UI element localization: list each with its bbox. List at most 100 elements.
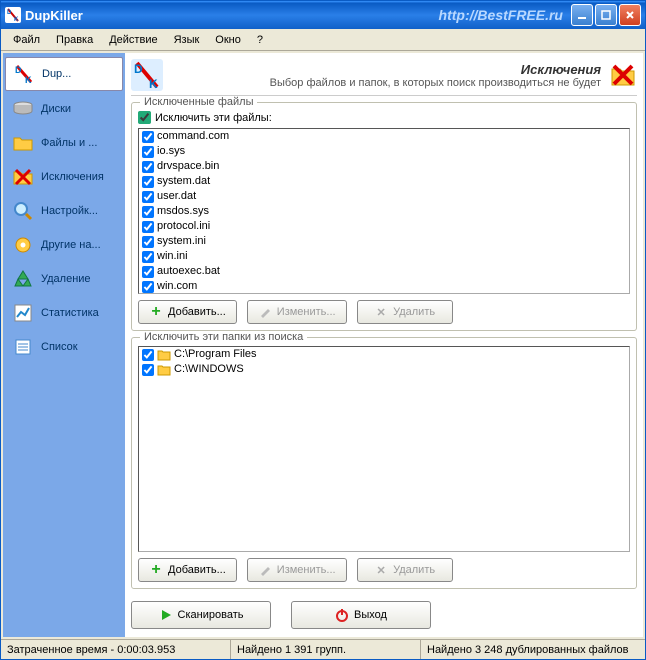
maximize-button[interactable] <box>595 4 617 26</box>
list-icon <box>11 335 35 359</box>
sidebar-item-disks[interactable]: Диски <box>5 93 123 125</box>
dup-icon: DK <box>12 62 36 86</box>
svg-text:D: D <box>134 62 143 76</box>
sidebar-item-label: Файлы и ... <box>41 137 97 149</box>
list-item[interactable]: io.sys <box>139 144 629 159</box>
list-item[interactable]: user.dat <box>139 189 629 204</box>
file-checkbox[interactable] <box>142 131 154 143</box>
sidebar-item-delete[interactable]: Удаление <box>5 263 123 295</box>
file-name: autoexec.bat <box>157 264 220 279</box>
exclude-files-checkbox[interactable] <box>138 111 151 124</box>
content-header: DK Исключения Выбор файлов и папок, в ко… <box>131 59 637 96</box>
play-icon <box>159 608 173 622</box>
plus-icon: + <box>149 305 163 319</box>
body: DK Dup... Диски Файлы и ... Исключения Н… <box>1 51 645 639</box>
sidebar-item-exclusions[interactable]: Исключения <box>5 161 123 193</box>
scan-button[interactable]: Сканировать <box>131 601 271 629</box>
folders-listbox[interactable]: C:\Program FilesC:\WINDOWS <box>138 346 630 552</box>
sidebar-item-label: Исключения <box>41 171 104 183</box>
file-checkbox[interactable] <box>142 191 154 203</box>
delete-folder-button[interactable]: ✕Удалить <box>357 558 453 582</box>
menu-action[interactable]: Действие <box>101 32 165 48</box>
disk-icon <box>11 97 35 121</box>
sidebar-item-settings[interactable]: Настройк... <box>5 195 123 227</box>
sidebar-item-dup[interactable]: DK Dup... <box>5 57 123 91</box>
list-item[interactable]: C:\Program Files <box>139 347 629 362</box>
list-item[interactable]: system.ini <box>139 234 629 249</box>
edit-file-button[interactable]: Изменить... <box>247 300 347 324</box>
file-name: command.com <box>157 129 229 144</box>
pencil-icon <box>258 563 272 577</box>
menu-lang[interactable]: Язык <box>166 32 208 48</box>
gear-icon <box>11 233 35 257</box>
folder-icon <box>157 364 171 376</box>
exit-button[interactable]: Выход <box>291 601 431 629</box>
folder-checkbox[interactable] <box>142 364 154 376</box>
group-title: Исключить эти папки из поиска <box>140 331 307 343</box>
close-button[interactable] <box>619 4 641 26</box>
list-item[interactable]: protocol.ini <box>139 219 629 234</box>
excluded-folders-group: Исключить эти папки из поиска C:\Program… <box>131 337 637 589</box>
file-name: win.com <box>157 279 197 294</box>
list-item[interactable]: autoexec.bat <box>139 264 629 279</box>
exclude-files-label: Исключить эти файлы: <box>155 112 272 124</box>
sidebar-item-label: Список <box>41 341 78 353</box>
list-item[interactable]: msdos.sys <box>139 204 629 219</box>
exclude-icon <box>11 165 35 189</box>
sidebar: DK Dup... Диски Файлы и ... Исключения Н… <box>3 53 125 637</box>
magnifier-icon <box>11 199 35 223</box>
menu-help[interactable]: ? <box>249 32 271 48</box>
sidebar-item-stats[interactable]: Статистика <box>5 297 123 329</box>
file-checkbox[interactable] <box>142 281 154 293</box>
statusbar: Затраченное время - 0:00:03.953 Найдено … <box>1 639 645 659</box>
edit-folder-button[interactable]: Изменить... <box>247 558 347 582</box>
recycle-icon <box>11 267 35 291</box>
svg-text:D: D <box>7 10 12 16</box>
files-listbox[interactable]: command.comio.sysdrvspace.binsystem.datu… <box>138 128 630 294</box>
x-icon: ✕ <box>374 305 388 319</box>
add-file-button[interactable]: +Добавить... <box>138 300 237 324</box>
folder-icon <box>157 349 171 361</box>
file-checkbox[interactable] <box>142 146 154 158</box>
file-checkbox[interactable] <box>142 236 154 248</box>
titlebar: DK DupKiller http://BestFREE.ru <box>1 1 645 29</box>
file-checkbox[interactable] <box>142 266 154 278</box>
file-checkbox[interactable] <box>142 206 154 218</box>
sidebar-item-other[interactable]: Другие на... <box>5 229 123 261</box>
sidebar-item-label: Удаление <box>41 273 91 285</box>
minimize-button[interactable] <box>571 4 593 26</box>
list-item[interactable]: C:\WINDOWS <box>139 362 629 377</box>
list-item[interactable]: drvspace.bin <box>139 159 629 174</box>
file-checkbox[interactable] <box>142 176 154 188</box>
file-checkbox[interactable] <box>142 161 154 173</box>
sidebar-item-label: Диски <box>41 103 71 115</box>
file-name: io.sys <box>157 144 185 159</box>
file-name: msdos.sys <box>157 204 209 219</box>
list-item[interactable]: win.com <box>139 279 629 294</box>
svg-text:K: K <box>149 77 158 91</box>
file-name: system.dat <box>157 174 210 189</box>
titlebar-url: http://BestFREE.ru <box>83 7 571 23</box>
menubar: Файл Правка Действие Язык Окно ? <box>1 29 645 51</box>
folder-checkbox[interactable] <box>142 349 154 361</box>
file-checkbox[interactable] <box>142 251 154 263</box>
sidebar-item-label: Настройк... <box>41 205 98 217</box>
delete-file-button[interactable]: ✕Удалить <box>357 300 453 324</box>
svg-text:K: K <box>14 17 19 22</box>
sidebar-item-files[interactable]: Файлы и ... <box>5 127 123 159</box>
list-item[interactable]: system.dat <box>139 174 629 189</box>
file-checkbox[interactable] <box>142 221 154 233</box>
menu-edit[interactable]: Правка <box>48 32 101 48</box>
page-title: Исключения <box>171 62 601 77</box>
chart-icon <box>11 301 35 325</box>
menu-file[interactable]: Файл <box>5 32 48 48</box>
svg-text:K: K <box>25 75 32 85</box>
header-app-icon: DK <box>131 59 163 91</box>
sidebar-item-label: Статистика <box>41 307 99 319</box>
menu-window[interactable]: Окно <box>207 32 249 48</box>
list-item[interactable]: command.com <box>139 129 629 144</box>
status-files: Найдено 3 248 дублированных файлов <box>421 640 645 659</box>
list-item[interactable]: win.ini <box>139 249 629 264</box>
add-folder-button[interactable]: +Добавить... <box>138 558 237 582</box>
sidebar-item-list[interactable]: Список <box>5 331 123 363</box>
